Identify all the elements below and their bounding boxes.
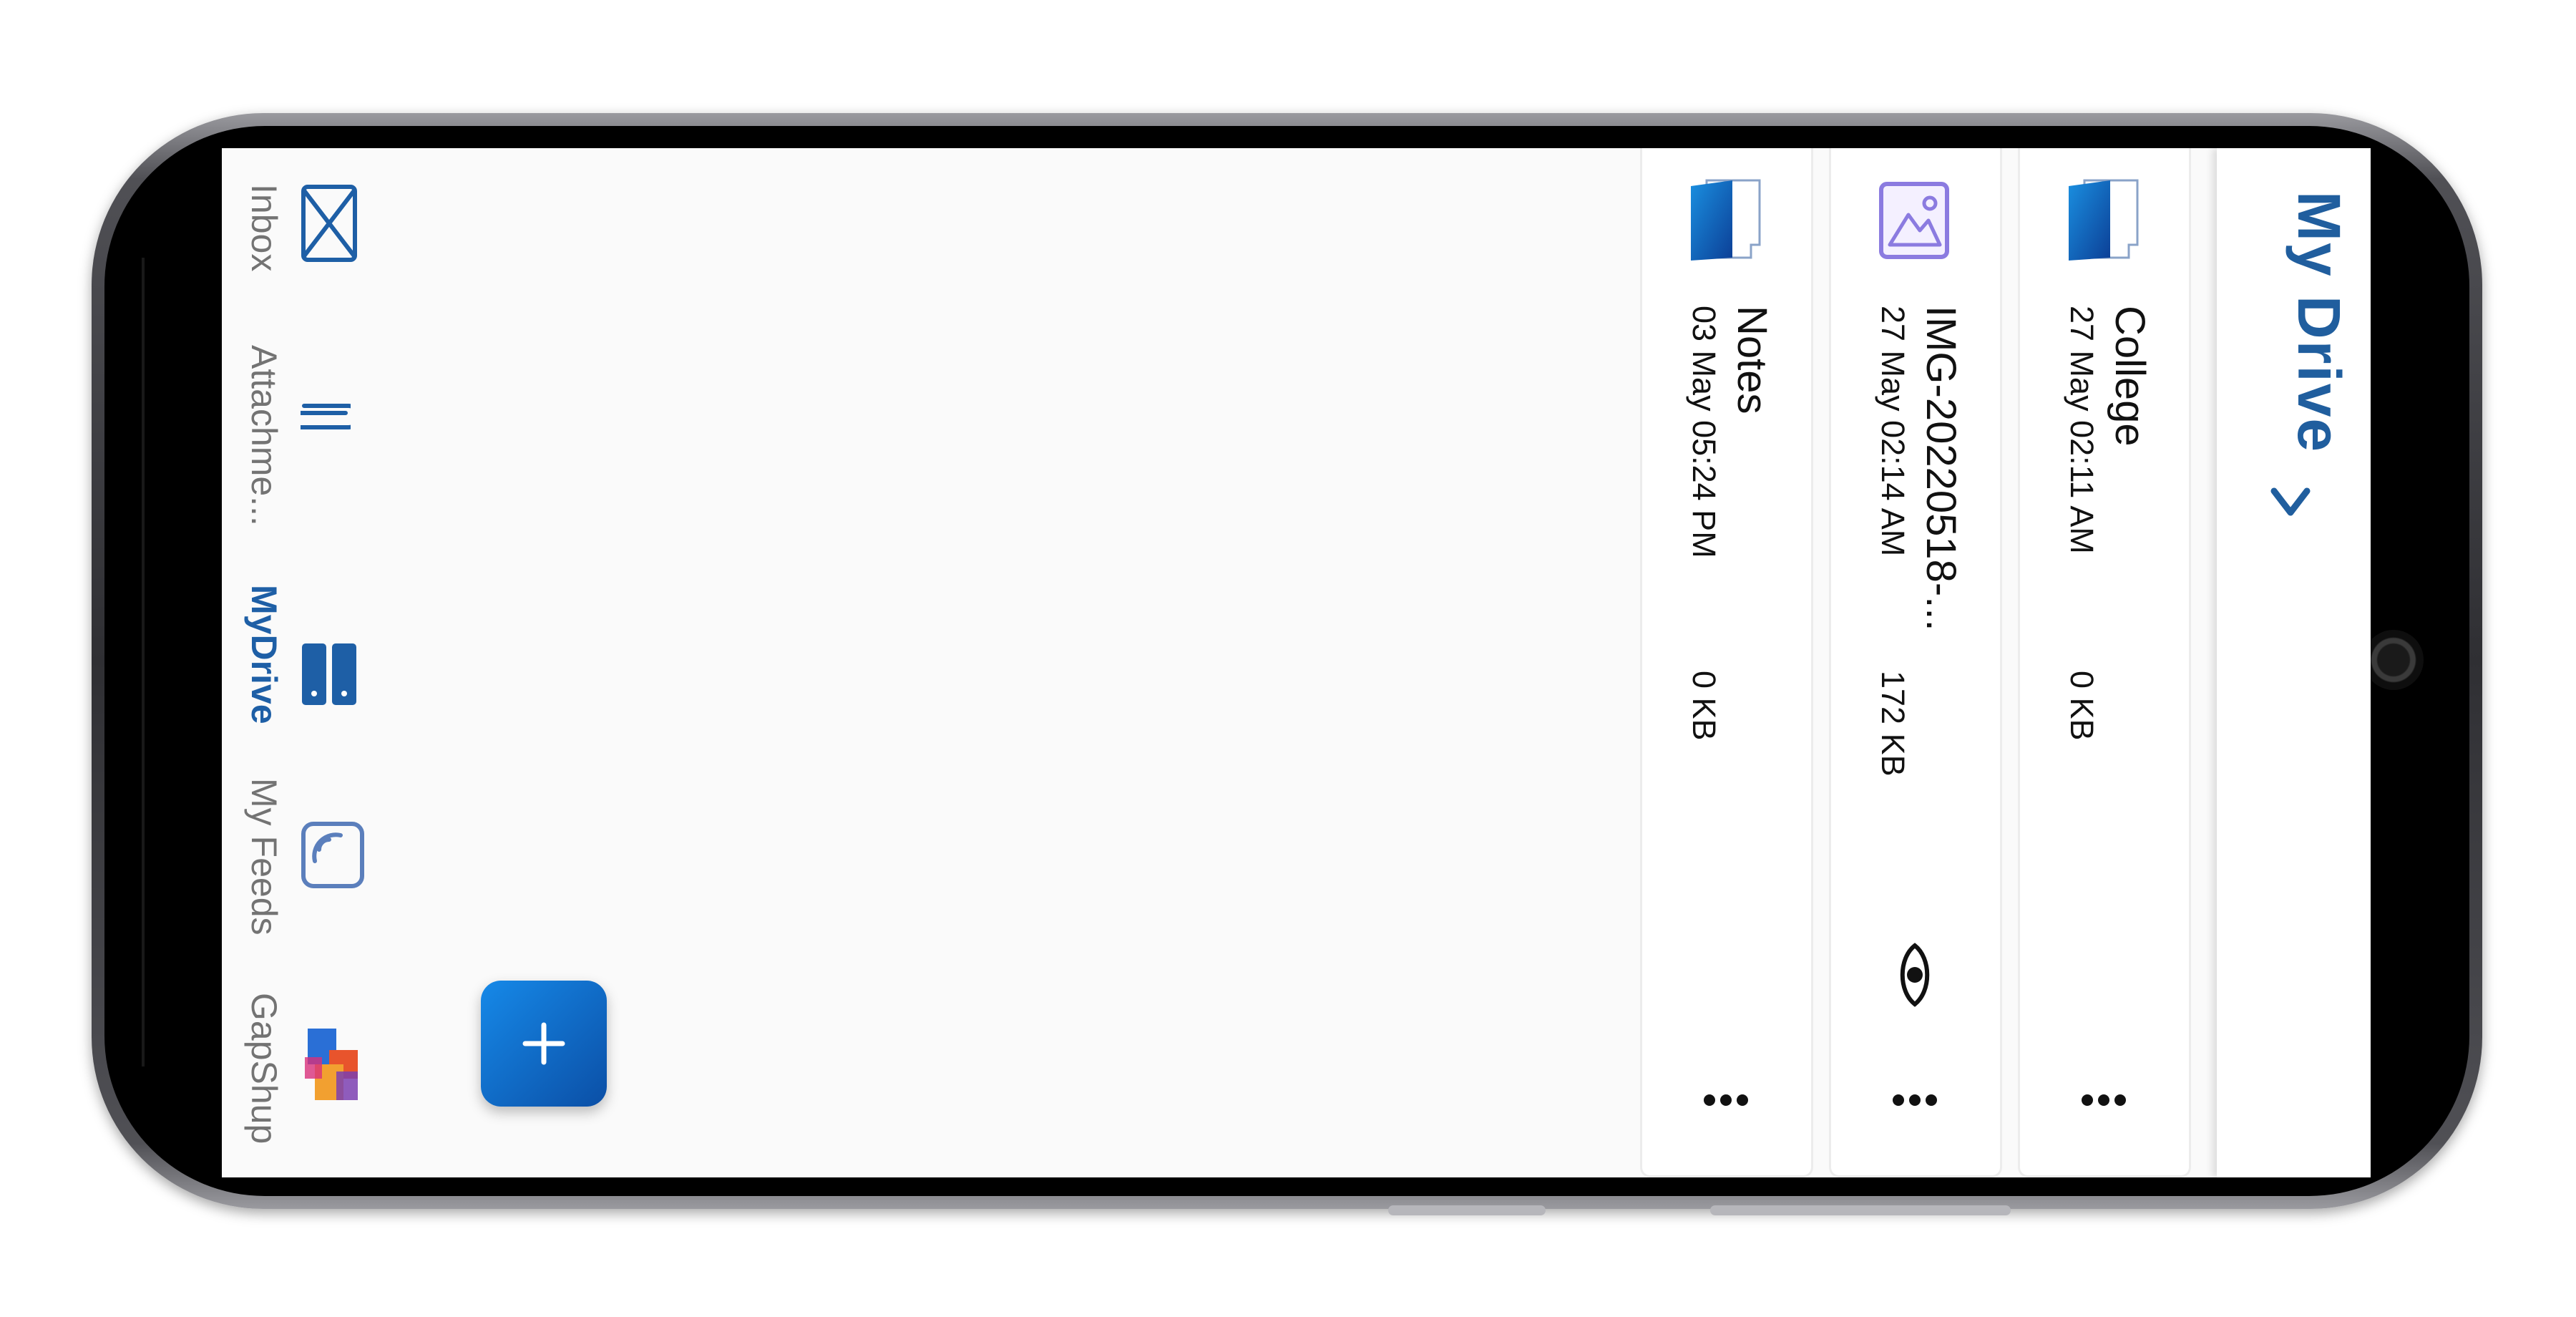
file-card-image[interactable]: IMG-20220518-... 27 May 02:14 AM 172 KB: [1829, 148, 2002, 1177]
front-camera: [2363, 630, 2424, 690]
file-size: 0 KB: [1686, 671, 1722, 741]
file-date: 27 May 02:11 AM: [2064, 306, 2100, 554]
screen-edge-highlight: [142, 258, 145, 1066]
file-size: 172 KB: [1875, 671, 1911, 777]
file-date: 03 May 05:24 PM: [1686, 306, 1722, 558]
nav-item-my-feeds[interactable]: My Feeds: [222, 778, 365, 964]
file-name: College: [2107, 306, 2153, 447]
folder-icon: [1691, 179, 1761, 261]
nav-item-inbox[interactable]: Inbox: [222, 184, 365, 327]
chevron-right-icon[interactable]: [2268, 481, 2313, 525]
paperclip-icon: [301, 404, 351, 429]
nav-item-mydrive[interactable]: MyDrive: [222, 585, 365, 742]
file-date: 27 May 02:14 AM: [1875, 306, 1911, 557]
file-name: Notes: [1729, 306, 1775, 414]
nav-item-attachments[interactable]: Attachme...: [222, 345, 365, 560]
app-screen: My Drive College 27 May 02:11 AM 0 KB IM…: [222, 148, 2371, 1177]
nav-label: Attachme...: [244, 345, 284, 526]
phone-volume-button: [1388, 1205, 1546, 1215]
file-card-college[interactable]: College 27 May 02:11 AM 0 KB: [2018, 148, 2191, 1177]
envelope-icon: [301, 185, 357, 262]
file-size: 0 KB: [2064, 671, 2100, 741]
more-options-icon[interactable]: [2079, 1092, 2129, 1109]
image-file-icon: [1879, 182, 1949, 259]
nav-label: MyDrive: [244, 585, 284, 724]
more-options-icon[interactable]: [1890, 1092, 1940, 1109]
preview-eye-icon[interactable]: [1890, 943, 1940, 1007]
folder-icon: [2069, 179, 2139, 261]
phone-power-button: [1710, 1205, 2011, 1215]
app-header: My Drive: [2217, 148, 2371, 1177]
page-title[interactable]: My Drive: [2284, 191, 2353, 453]
nav-label: GapShup: [244, 993, 284, 1145]
drive-icon: [302, 643, 356, 705]
more-options-icon[interactable]: [1701, 1092, 1751, 1109]
add-fab-button[interactable]: [481, 981, 607, 1107]
nav-label: My Feeds: [244, 778, 284, 935]
nav-item-gapshup[interactable]: GapShup: [222, 993, 365, 1157]
feed-icon: [301, 822, 364, 888]
file-card-notes[interactable]: Notes 03 May 05:24 PM 0 KB: [1640, 148, 1813, 1177]
plus-icon: [522, 1022, 565, 1065]
nav-label: Inbox: [244, 184, 284, 272]
file-name: IMG-20220518-...: [1918, 306, 1964, 631]
gapshup-icon: [305, 1029, 358, 1100]
